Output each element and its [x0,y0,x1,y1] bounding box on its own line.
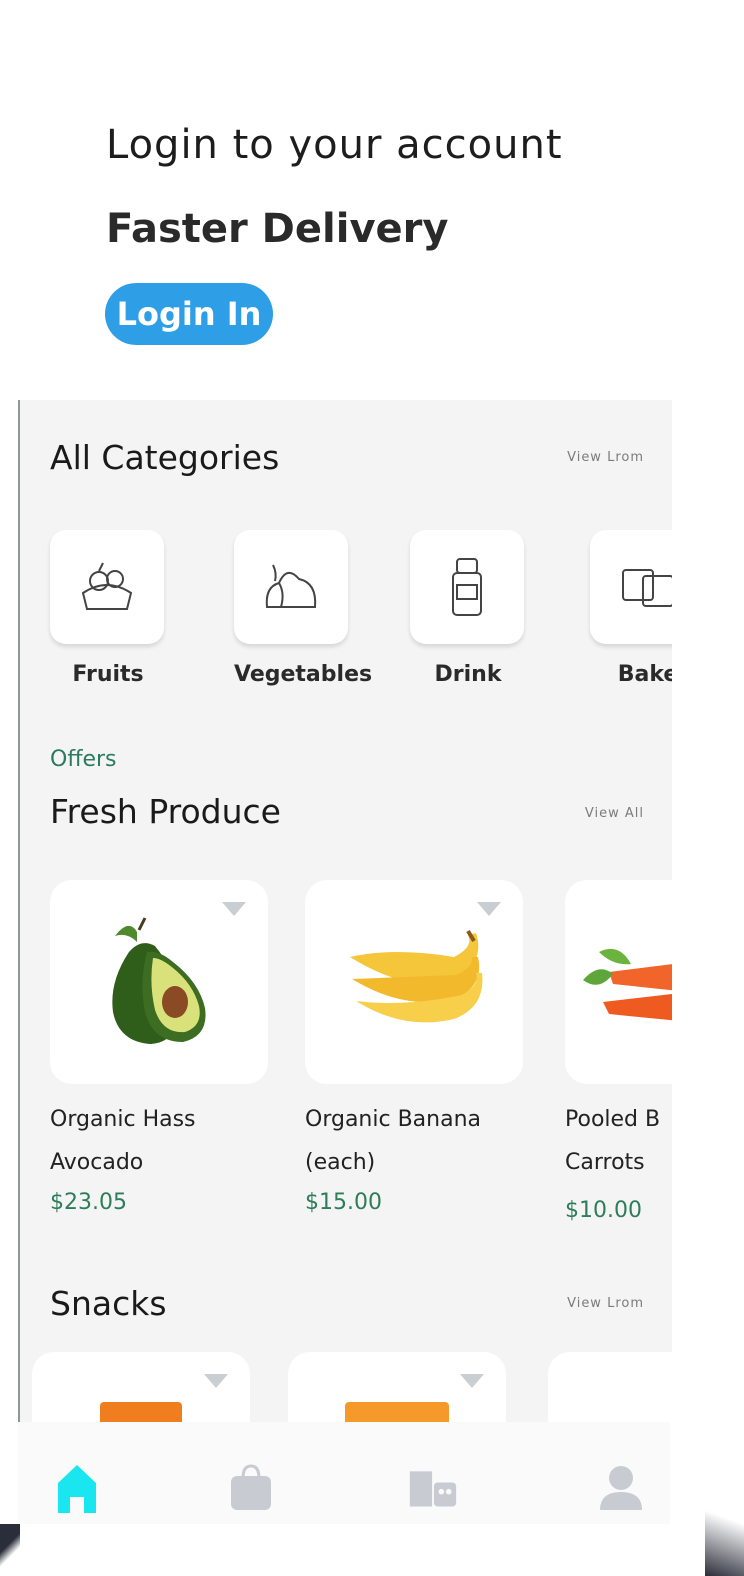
device-corner [705,1480,744,1576]
categories-view-all-link[interactable]: View Lrom [567,450,644,465]
category-fruits-tile[interactable] [50,530,164,644]
bottom-nav [18,1422,670,1524]
nav-home[interactable] [52,1460,102,1516]
favorite-icon[interactable] [460,1374,484,1388]
product-name: Organic Banana (each) [305,1098,525,1184]
fresh-produce-title: Fresh Produce [50,792,281,831]
drink-bottle-icon [452,558,482,616]
product-name: Organic Hass Avocado [50,1098,270,1184]
snacks-view-all-link[interactable]: View Lrom [567,1296,644,1311]
category-fruits[interactable]: Fruits [50,530,166,687]
content-panel: All Categories View Lrom Fruits Vegetabl… [18,400,672,1524]
bakery-icon [622,569,672,607]
carrots-image [583,948,672,1021]
category-drink-tile[interactable] [410,530,524,644]
product-price: $10.00 [565,1198,642,1223]
nav-stores[interactable] [408,1460,458,1516]
categories-title: All Categories [50,438,280,477]
avocado-image [112,917,206,1044]
product-name-line: Avocado [50,1150,144,1175]
home-icon [58,1465,96,1513]
fresh-produce-view-all-link[interactable]: View All [585,806,644,821]
login-subtitle: Faster Delivery [106,206,449,252]
category-label: Fruits [72,662,144,687]
login-title: Login to your account [106,122,563,168]
category-vegetables[interactable]: Vegetables [234,530,373,687]
login-button[interactable]: Login In [105,283,273,345]
user-icon [600,1466,642,1510]
product-name-line: Pooled B [565,1107,661,1132]
snacks-title: Snacks [50,1284,167,1323]
product-name-line: Carrots [565,1150,645,1175]
product-name-line: Organic Hass [50,1107,196,1132]
product-name-line: Organic Banana [305,1107,481,1132]
vegetables-icon [265,564,317,608]
product-name-line: (each) [305,1150,376,1175]
nav-cart[interactable] [226,1460,276,1516]
category-bake-tile[interactable] [590,530,672,644]
login-header: Login to your account Faster Delivery Lo… [0,0,744,400]
bag-icon [231,1464,271,1510]
category-bake[interactable]: Bake [590,530,672,687]
nav-profile[interactable] [596,1460,646,1516]
store-icon [409,1471,457,1507]
banana-image [350,929,483,1023]
product-card-carrots[interactable] [565,880,672,1084]
category-label: Bake [617,662,672,687]
bottom-edge [0,1524,744,1576]
favorite-icon[interactable] [222,902,246,916]
category-label: Drink [434,662,502,687]
favorite-icon[interactable] [204,1374,228,1388]
favorite-icon[interactable] [477,902,501,916]
product-card-avocado[interactable] [50,880,268,1084]
device-corner [0,1524,20,1576]
category-vegetables-tile[interactable] [234,530,348,644]
product-name: Pooled B Carrots [565,1098,672,1184]
product-price: $23.05 [50,1190,127,1215]
category-label: Vegetables [234,662,373,687]
product-card-banana[interactable] [305,880,523,1084]
offers-label: Offers [50,747,117,772]
category-drink[interactable]: Drink [410,530,526,687]
fruit-basket-icon [81,562,133,610]
product-price: $15.00 [305,1190,382,1215]
